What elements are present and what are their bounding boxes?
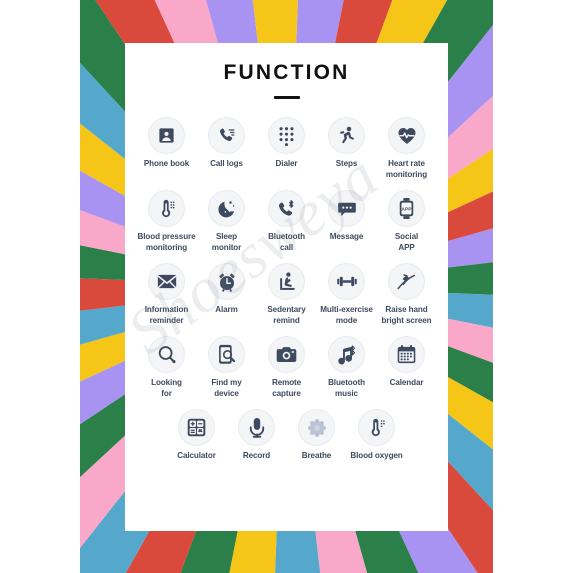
raise-hand-icon[interactable]: [388, 263, 425, 300]
function-item-label: Social APP: [394, 232, 419, 252]
function-row: Information reminder Alarm Sedentary remind M…: [135, 263, 438, 326]
chat-bubble-icon[interactable]: [328, 190, 365, 227]
microphone-icon[interactable]: [238, 409, 275, 446]
function-item[interactable]: Find my device: [197, 336, 257, 399]
calculator-icon[interactable]: [178, 409, 215, 446]
function-item-label: Alarm: [215, 305, 238, 314]
function-poster: Shoesweya FUNCTION Phone bookCall logsDi…: [0, 0, 573, 573]
function-row: Looking for Find my device Remote capture Blue…: [135, 336, 438, 399]
bluetooth-phone-icon[interactable]: [268, 190, 305, 227]
function-item[interactable]: Phone book: [137, 117, 197, 170]
function-item-label: Message: [329, 232, 364, 241]
function-item[interactable]: Call logs: [197, 117, 257, 170]
function-item-label: Steps: [335, 159, 358, 168]
title-underline: [273, 96, 300, 99]
running-person-icon[interactable]: [328, 117, 365, 154]
function-item[interactable]: Calendar: [377, 336, 437, 389]
function-item[interactable]: Multi-exercise mode: [317, 263, 377, 326]
function-row: Blood pressure monitoring Sleep monitor Blue…: [135, 190, 438, 253]
function-item[interactable]: Calculator: [167, 409, 227, 462]
function-item-label: Remote capture: [271, 378, 302, 398]
function-item[interactable]: Steps: [317, 117, 377, 170]
function-item-label: Blood oxygen: [350, 451, 403, 460]
function-item-label: Find my device: [211, 378, 242, 398]
function-item[interactable]: Blood pressure monitoring: [137, 190, 197, 253]
function-item[interactable]: Raise hand bright screen: [377, 263, 437, 326]
call-logs-icon[interactable]: [208, 117, 245, 154]
function-item[interactable]: APP Social APP: [377, 190, 437, 253]
function-grid: Phone book Call logs Dialer Steps Heart rate…: [125, 117, 448, 462]
function-item-label: Record: [242, 451, 271, 460]
function-item-label: Looking for: [151, 378, 182, 398]
alarm-clock-icon[interactable]: [208, 263, 245, 300]
function-item[interactable]: Record: [227, 409, 287, 462]
function-item[interactable]: Breathe: [287, 409, 347, 462]
calendar-icon[interactable]: [388, 336, 425, 373]
function-item-label: Multi-exercise mode: [320, 305, 373, 325]
function-item-label: Breathe: [301, 451, 332, 460]
function-item-label: Heart rate monitoring: [385, 159, 428, 179]
function-item-label: Raise hand bright screen: [381, 305, 432, 325]
function-card: FUNCTION Phone book Call logs Dialer Steps H…: [125, 43, 448, 531]
dialpad-icon[interactable]: [268, 117, 305, 154]
function-item[interactable]: Information reminder: [137, 263, 197, 326]
function-row: Calculator Record Breathe Blood oxygen: [135, 409, 438, 462]
function-item[interactable]: Blood oxygen: [347, 409, 407, 462]
function-item[interactable]: Bluetooth call: [257, 190, 317, 253]
function-item[interactable]: Sedentary remind: [257, 263, 317, 326]
function-item-label: Blood pressure monitoring: [137, 232, 196, 252]
svg-text:APP: APP: [401, 206, 412, 212]
moon-icon[interactable]: [208, 190, 245, 227]
blood-oxygen-icon[interactable]: [358, 409, 395, 446]
function-item[interactable]: Dialer: [257, 117, 317, 170]
function-item-label: Sedentary remind: [267, 305, 306, 325]
function-item[interactable]: Message: [317, 190, 377, 243]
watch-app-icon[interactable]: APP: [388, 190, 425, 227]
function-item-label: Information reminder: [144, 305, 189, 325]
dumbbell-icon[interactable]: [328, 263, 365, 300]
function-item[interactable]: Sleep monitor: [197, 190, 257, 253]
find-device-icon[interactable]: [208, 336, 245, 373]
page-title: FUNCTION: [223, 61, 350, 84]
thermometer-icon[interactable]: [148, 190, 185, 227]
function-item[interactable]: Remote capture: [257, 336, 317, 399]
function-item[interactable]: Alarm: [197, 263, 257, 316]
function-item-label: Bluetooth call: [268, 232, 305, 252]
function-item[interactable]: Bluetooth music: [317, 336, 377, 399]
function-item-label: Calculator: [177, 451, 216, 460]
function-item-label: Bluetooth music: [328, 378, 365, 398]
camera-icon[interactable]: [268, 336, 305, 373]
function-item-label: Sleep monitor: [211, 232, 242, 252]
function-item[interactable]: Heart rate monitoring: [377, 117, 437, 180]
function-item-label: Dialer: [275, 159, 298, 168]
function-row: Phone book Call logs Dialer Steps Heart rate…: [135, 117, 438, 180]
envelope-icon[interactable]: [148, 263, 185, 300]
heart-pulse-icon[interactable]: [388, 117, 425, 154]
function-item-label: Call logs: [210, 159, 243, 168]
seated-person-icon[interactable]: [268, 263, 305, 300]
function-item[interactable]: Looking for: [137, 336, 197, 399]
function-item-label: Calendar: [389, 378, 424, 387]
music-bluetooth-icon[interactable]: [328, 336, 365, 373]
function-item-label: Phone book: [143, 159, 190, 168]
magnifier-icon[interactable]: [148, 336, 185, 373]
flower-icon[interactable]: [298, 409, 335, 446]
contact-card-icon[interactable]: [148, 117, 185, 154]
